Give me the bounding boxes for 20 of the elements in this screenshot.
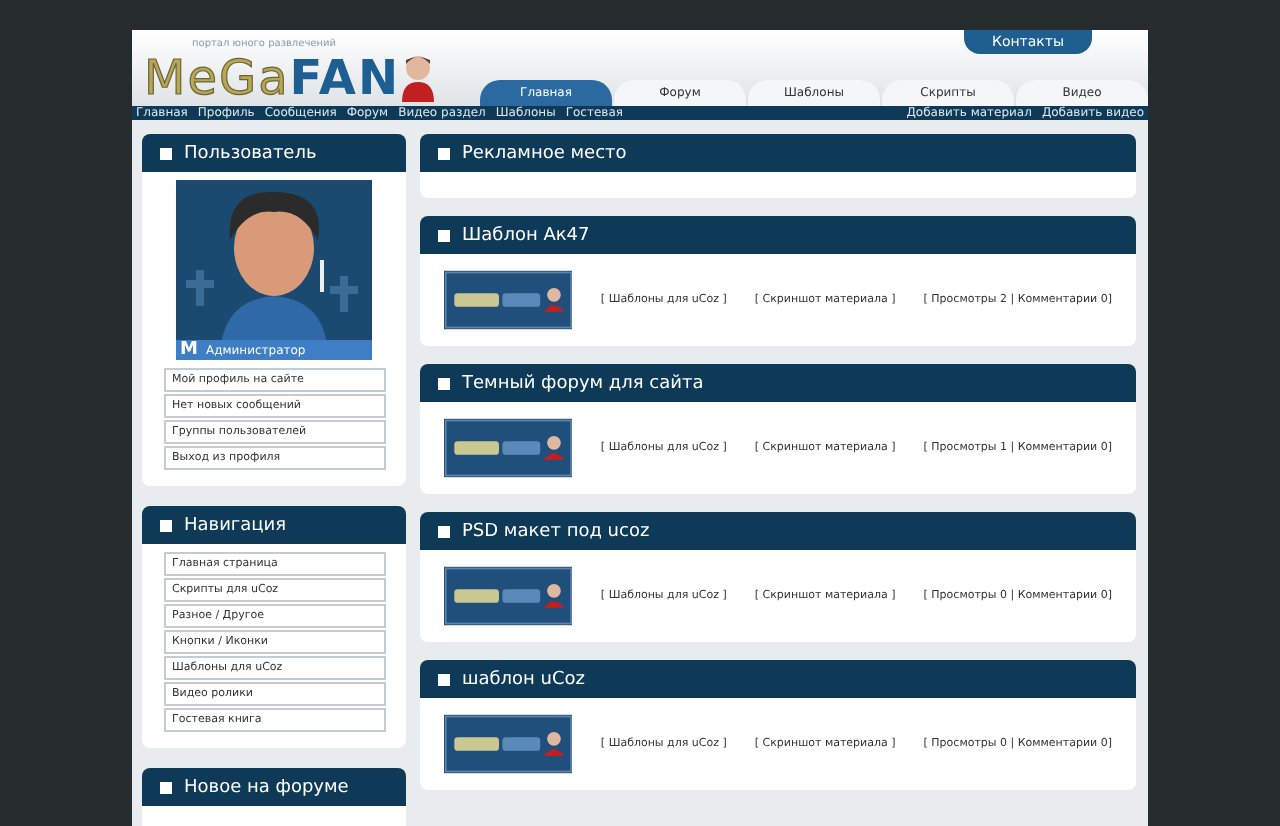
logo-text: FAN [289,50,401,106]
square-icon [438,673,450,685]
panel-title: Новое на форуме [184,777,349,797]
square-icon [160,519,172,531]
entry-title[interactable]: Рекламное место [462,143,627,163]
entry-title[interactable]: Шаблон Ак47 [462,225,590,245]
square-icon [438,525,450,537]
square-icon [438,147,450,159]
entry-title[interactable]: PSD макет под ucoz [462,521,650,541]
entry-title[interactable]: Темный форум для сайта [462,373,704,393]
panel-title: Навигация [184,515,287,535]
panel-title: Пользователь [184,143,317,163]
logo-text: MeGa [144,50,290,106]
square-icon [160,781,172,793]
entry-title[interactable]: шаблон uCoz [462,669,586,689]
rank-letter: M [178,340,198,360]
square-icon [438,229,450,241]
mascot-icon [400,54,437,102]
square-icon [160,147,172,159]
square-icon [438,377,450,389]
